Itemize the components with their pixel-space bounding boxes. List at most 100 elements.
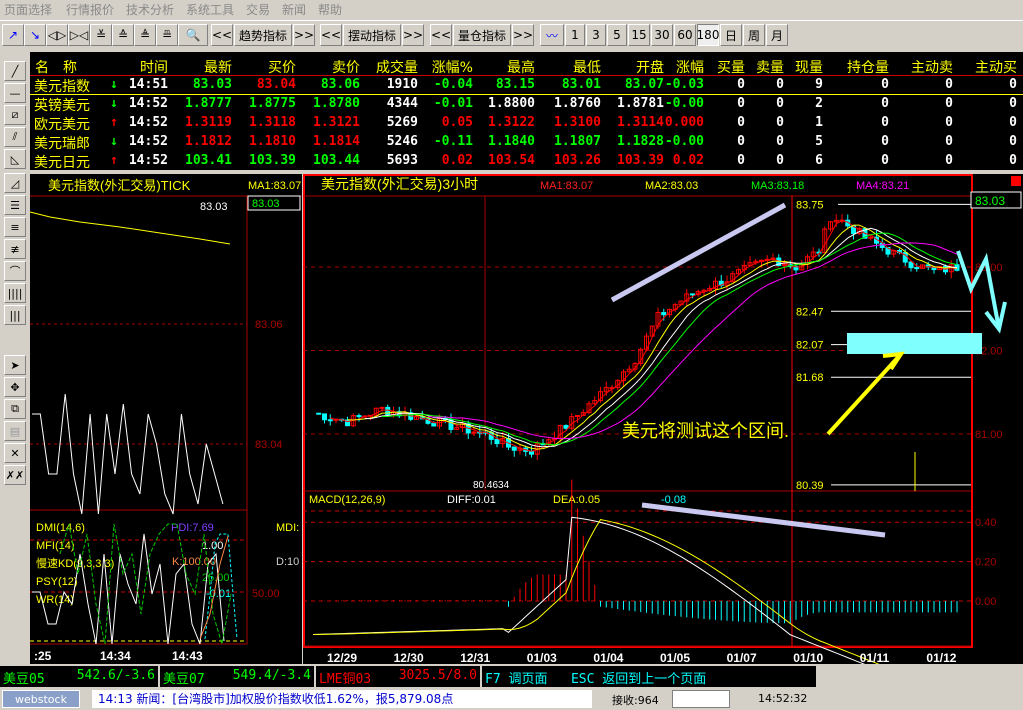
cell: 6 bbox=[815, 153, 823, 168]
trend-next-button[interactable]: >> bbox=[293, 24, 315, 46]
expand-icon[interactable]: ◁▷ bbox=[46, 24, 68, 46]
period-5-button[interactable]: 5 bbox=[607, 24, 627, 46]
table-row[interactable]: 欧元美元 ↑ 14:52 1.3119 1.3118 1.3121 5269 0.05 1.31… bbox=[30, 114, 1023, 133]
delete-all-icon[interactable]: ✗✗ bbox=[4, 465, 26, 485]
axis-label: 81.00 bbox=[975, 429, 1003, 441]
osc-prev-button[interactable]: << bbox=[320, 24, 342, 46]
zoom-icon[interactable]: 🔍 bbox=[178, 24, 208, 46]
annotation-text: 美元将测试这个区间. bbox=[622, 421, 789, 441]
fib-fan-icon[interactable]: ≢ bbox=[4, 239, 26, 259]
level-icon-2[interactable]: ≙ bbox=[112, 24, 134, 46]
period-30-button[interactable]: 30 bbox=[651, 24, 673, 46]
line-tool-icon[interactable]: ╱ bbox=[4, 61, 26, 81]
osc-next-button[interactable]: >> bbox=[402, 24, 424, 46]
arrow-down-icon: ↓ bbox=[110, 134, 118, 149]
cell: 0 bbox=[776, 134, 784, 149]
pointer-tool-icon[interactable]: ➤ bbox=[4, 355, 26, 375]
indicator-label: DMI(14,6) bbox=[36, 522, 85, 534]
draw-down-icon[interactable]: ↘ bbox=[24, 24, 46, 46]
table-row[interactable]: 英镑美元 ↓ 14:52 1.8777 1.8775 1.8780 4344 -0.01 1.8… bbox=[30, 95, 1023, 114]
vol-next-button[interactable]: >> bbox=[512, 24, 534, 46]
time-lines-icon[interactable]: ||| bbox=[4, 305, 26, 325]
vol-prev-button[interactable]: << bbox=[430, 24, 452, 46]
table-row[interactable]: 美元瑞郎 ↓ 14:52 1.1812 1.1810 1.1814 5246 -0.11 1.1… bbox=[30, 133, 1023, 152]
parallel-lines-icon[interactable]: ☰ bbox=[4, 195, 26, 215]
period-180-button[interactable]: 180 bbox=[697, 24, 719, 46]
receive-count: 接收:964 bbox=[612, 694, 659, 707]
cell: 1.8777 bbox=[185, 96, 232, 111]
menu-item[interactable]: 帮助 bbox=[318, 1, 342, 18]
menu-item[interactable]: 技术分析 bbox=[126, 1, 174, 18]
column-header: 最新 bbox=[204, 60, 232, 76]
menu-item[interactable]: 系统工具 bbox=[186, 1, 234, 18]
ticker-item[interactable]: 美豆05 542.6/-3.6 bbox=[0, 666, 158, 687]
angle-tool-icon[interactable]: ◿ bbox=[4, 173, 26, 193]
level-label: 83.04 bbox=[255, 439, 283, 451]
current-price: 83.03 bbox=[200, 201, 228, 213]
cell: 0.05 bbox=[441, 115, 473, 130]
draw-up-icon[interactable]: ↗ bbox=[2, 24, 24, 46]
menu-item[interactable]: 行情报价 bbox=[66, 1, 114, 18]
level-icon-1[interactable]: ≚ bbox=[90, 24, 112, 46]
line-chart-icon[interactable]: 〰 bbox=[540, 24, 564, 46]
copy-icon[interactable]: ⧉ bbox=[4, 399, 26, 419]
cell: 5269 bbox=[386, 115, 418, 130]
cell: 0 bbox=[776, 115, 784, 130]
gann-tool-icon[interactable]: ◺ bbox=[4, 149, 26, 169]
period-60-button[interactable]: 60 bbox=[674, 24, 696, 46]
fib-tool-icon[interactable]: ≡ bbox=[4, 217, 26, 237]
shrink-icon[interactable]: ▷◁ bbox=[68, 24, 90, 46]
channel-tool-icon[interactable]: ⫽ bbox=[4, 127, 26, 147]
ticker-item[interactable]: 美豆07 549.4/-3.4 bbox=[160, 666, 314, 687]
ma-label: MA1:83.07 bbox=[540, 180, 593, 192]
level-icon-3[interactable]: ≜ bbox=[134, 24, 156, 46]
cell: 14:52 bbox=[128, 134, 168, 149]
table-row[interactable]: 美元指数 ↓ 14:51 83.03 83.04 83.06 1910 -0.04 83.15 8… bbox=[30, 76, 1023, 95]
trend-indicator-button[interactable]: 趋势指标 bbox=[234, 24, 292, 46]
delete-icon[interactable]: ✕ bbox=[4, 443, 26, 463]
period-月-button[interactable]: 月 bbox=[766, 24, 788, 46]
ticker-item[interactable]: LME铜03 3025.5/8.0 bbox=[316, 666, 480, 687]
vol-indicator-button[interactable]: 量仓指标 bbox=[453, 24, 511, 46]
diff-value: DIFF:0.01 bbox=[447, 494, 496, 506]
candle bbox=[356, 415, 362, 418]
move-tool-icon[interactable]: ✥ bbox=[4, 377, 26, 397]
status-input[interactable] bbox=[672, 690, 730, 708]
period-3-button[interactable]: 3 bbox=[586, 24, 606, 46]
divergence-annotation bbox=[641, 502, 886, 538]
cell: 0 bbox=[776, 77, 784, 92]
paste-icon[interactable]: ▤ bbox=[4, 421, 26, 441]
cell: 0.000 bbox=[664, 115, 704, 130]
cell: 0 bbox=[737, 77, 745, 92]
rect-tool-icon[interactable]: ⧄ bbox=[4, 105, 26, 125]
period-15-button[interactable]: 15 bbox=[628, 24, 650, 46]
cell: 0 bbox=[945, 77, 953, 92]
news-ticker[interactable]: 14:13 新闻：[台湾股市]加权股价指数收低1.62%，报5,879.08点 bbox=[92, 690, 592, 708]
hline-tool-icon[interactable]: — bbox=[4, 83, 26, 103]
menu-item[interactable]: 页面选择 bbox=[4, 1, 52, 18]
cell: 103.39 bbox=[617, 153, 664, 168]
level-icon-4[interactable]: ≞ bbox=[156, 24, 178, 46]
date-label: 01/11 bbox=[860, 651, 890, 664]
period-周-button[interactable]: 周 bbox=[743, 24, 765, 46]
cell: 2 bbox=[815, 96, 823, 111]
osc-indicator-button[interactable]: 摆动指标 bbox=[343, 24, 401, 46]
trend-prev-button[interactable]: << bbox=[211, 24, 233, 46]
period-日-button[interactable]: 日 bbox=[720, 24, 742, 46]
cell: 1.8775 bbox=[249, 96, 296, 111]
arc-tool-icon[interactable]: ⌒ bbox=[4, 261, 26, 281]
cycle-lines-icon[interactable]: |||| bbox=[4, 283, 26, 303]
candle bbox=[322, 413, 327, 421]
date-label: 12/31 bbox=[460, 651, 490, 664]
table-row[interactable]: 美元日元 ↑ 14:52 103.41 103.39 103.44 5693 0.02 103.… bbox=[30, 152, 1023, 171]
menu-item[interactable]: 新闻 bbox=[282, 1, 306, 18]
column-header: 最低 bbox=[573, 60, 601, 76]
period-1-button[interactable]: 1 bbox=[565, 24, 585, 46]
ma1-label: MA1:83.07 bbox=[248, 180, 301, 192]
cell: 0 bbox=[881, 115, 889, 130]
menu-item[interactable]: 交易 bbox=[246, 1, 270, 18]
price-box-value: 83.03 bbox=[252, 198, 280, 210]
d-value: D:10 bbox=[276, 556, 299, 568]
cell: -0.00 bbox=[664, 96, 704, 111]
cell: 14:52 bbox=[128, 153, 168, 168]
